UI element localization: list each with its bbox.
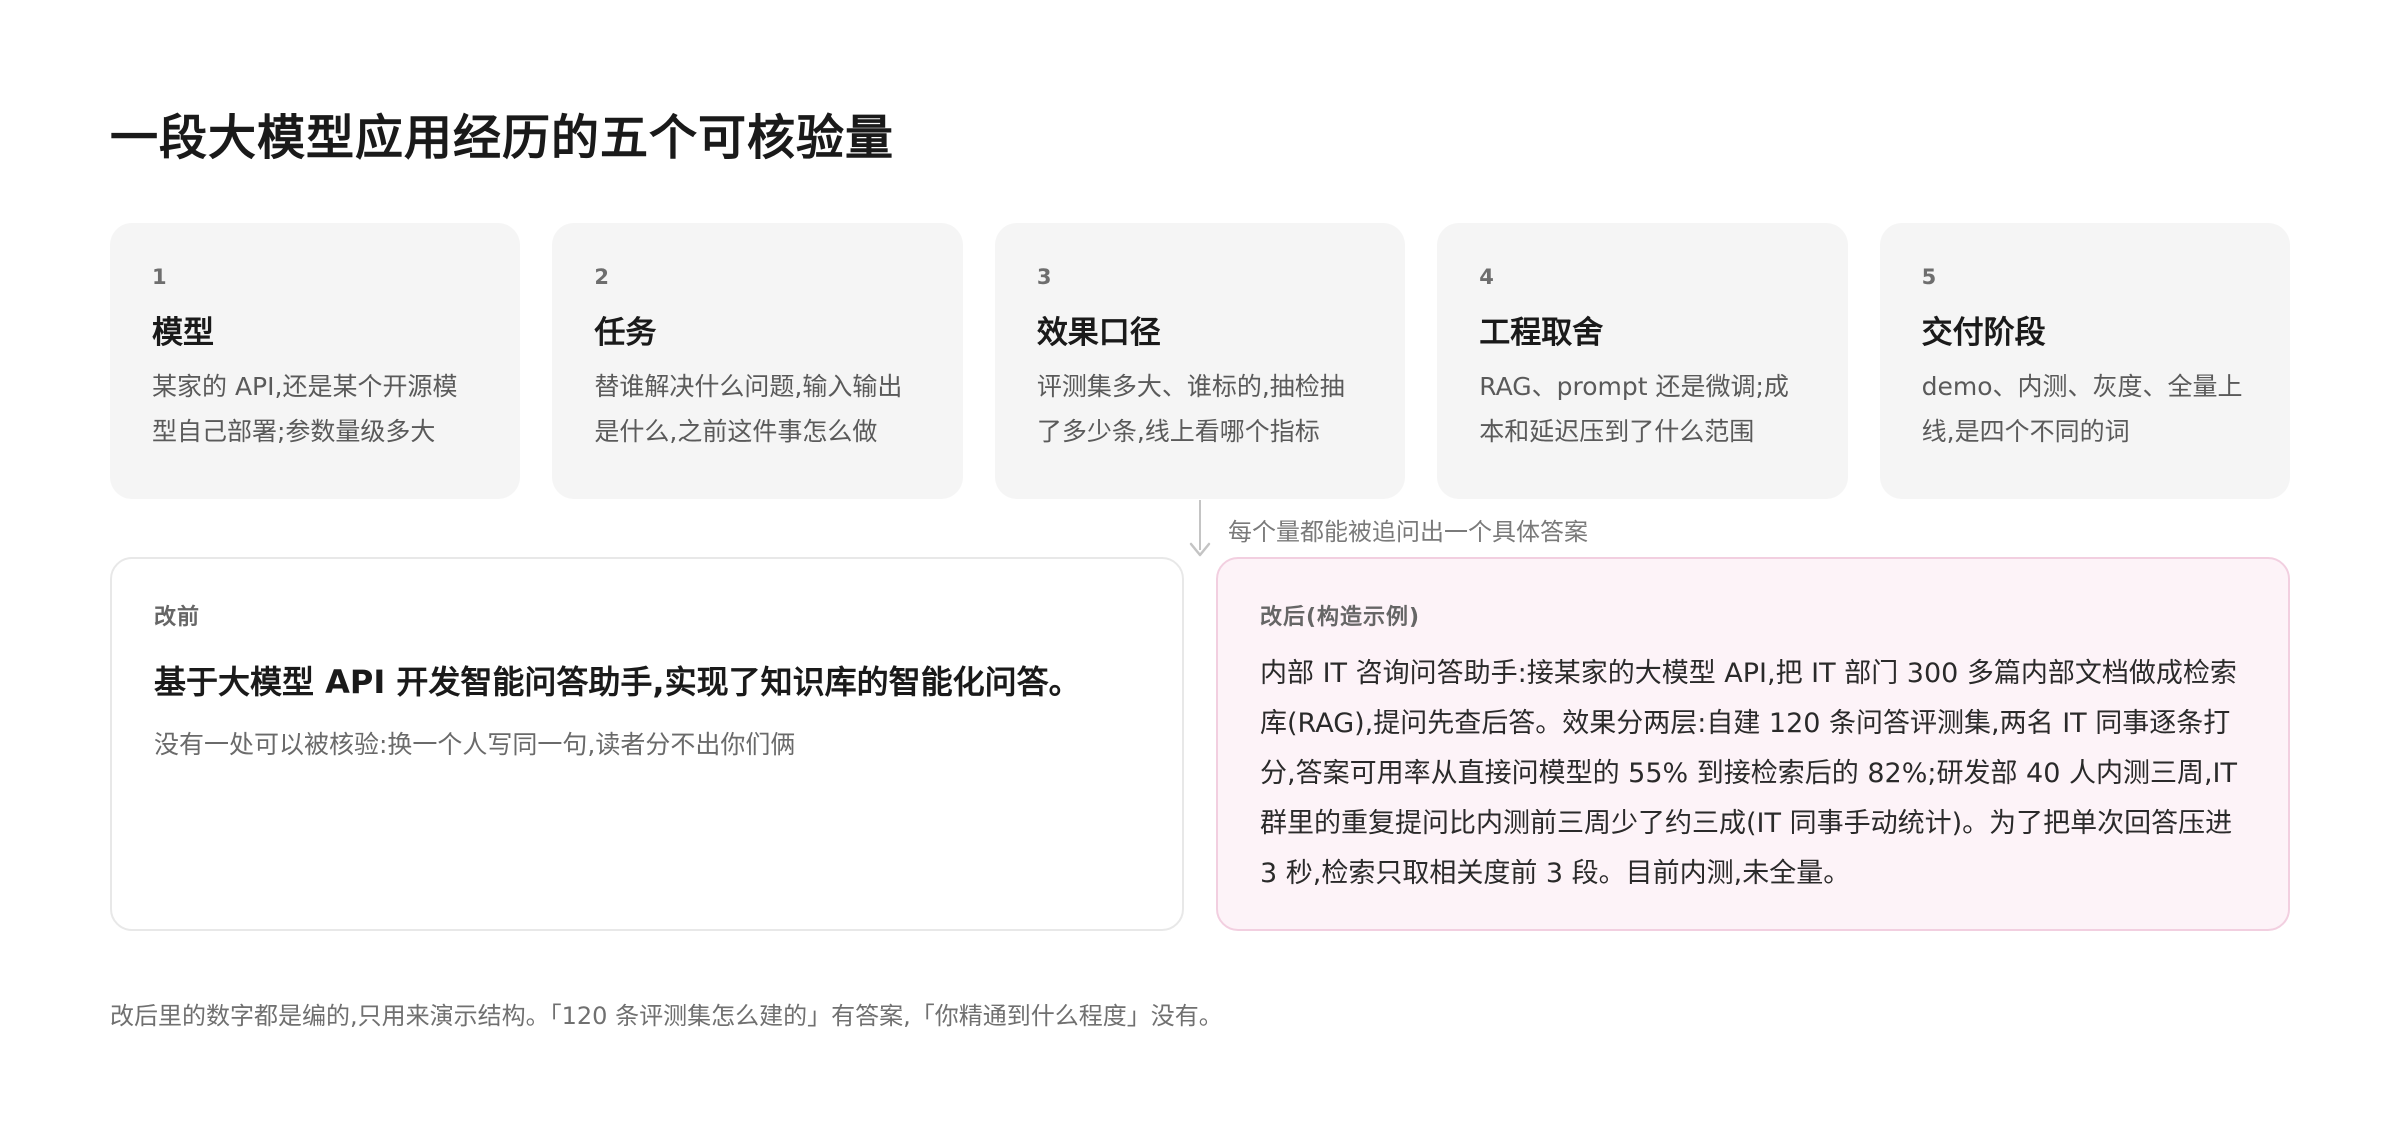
card-title: 效果口径 (1036, 315, 1161, 351)
after-label: 改后(构造示例) (1260, 605, 1421, 630)
after-body: 内部 IT 咨询问答助手:接某家的大模型 API,把 IT 部门 300 多篇内… (1260, 658, 2238, 889)
card-number: 1 (152, 265, 167, 289)
card-model: 1 模型 某家的 API,还是某个开源模型自己部署;参数量级多大 (110, 223, 521, 499)
card-title: 任务 (594, 315, 657, 351)
arrow-down-icon (1189, 542, 1211, 557)
card-description: 替谁解决什么问题,输入输出是什么,之前这件事怎么做 (594, 372, 903, 446)
card-task: 2 任务 替谁解决什么问题,输入输出是什么,之前这件事怎么做 (552, 223, 963, 499)
card-title: 交付阶段 (1921, 315, 2046, 351)
card-description: 某家的 API,还是某个开源模型自己部署;参数量级多大 (152, 372, 458, 446)
card-description: demo、内测、灰度、全量上线,是四个不同的词 (1921, 372, 2243, 446)
card-number: 2 (594, 265, 610, 289)
card-number: 4 (1479, 265, 1494, 289)
before-label: 改前 (154, 605, 201, 630)
before-note: 没有一处可以被核验:换一个人写同一句,读者分不出你们俩 (154, 730, 796, 759)
after-panel: 改后(构造示例) 内部 IT 咨询问答助手:接某家的大模型 API,把 IT 部… (1216, 557, 2290, 931)
card-engineering: 4 工程取舍 RAG、prompt 还是微调;成本和延迟压到了什么范围 (1437, 223, 1848, 499)
footnote: 改后里的数字都是编的,只用来演示结构。「120 条评测集怎么建的」有答案,「你精… (110, 1002, 1223, 1030)
before-panel: 改前 基于大模型 API 开发智能问答助手,实现了知识库的智能化问答。 没有一处… (110, 557, 1184, 931)
card-title: 模型 (152, 315, 214, 351)
page-title: 一段大模型应用经历的五个可核验量 (110, 110, 895, 166)
arrow-label: 每个量都能被追问出一个具体答案 (1228, 518, 1588, 546)
card-number: 5 (1921, 265, 1937, 289)
card-delivery: 5 交付阶段 demo、内测、灰度、全量上线,是四个不同的词 (1879, 223, 2291, 499)
card-metric: 3 效果口径 评测集多大、谁标的,抽检抽了多少条,线上看哪个指标 (994, 223, 1406, 499)
quantity-cards: 1 模型 某家的 API,还是某个开源模型自己部署;参数量级多大 2 任务 替谁… (110, 223, 2291, 499)
before-headline: 基于大模型 API 开发智能问答助手,实现了知识库的智能化问答。 (154, 663, 1081, 701)
card-description: 评测集多大、谁标的,抽检抽了多少条,线上看哪个指标 (1036, 372, 1345, 446)
card-number: 3 (1036, 265, 1052, 289)
card-title: 工程取舍 (1479, 315, 1604, 351)
card-description: RAG、prompt 还是微调;成本和延迟压到了什么范围 (1479, 372, 1789, 446)
